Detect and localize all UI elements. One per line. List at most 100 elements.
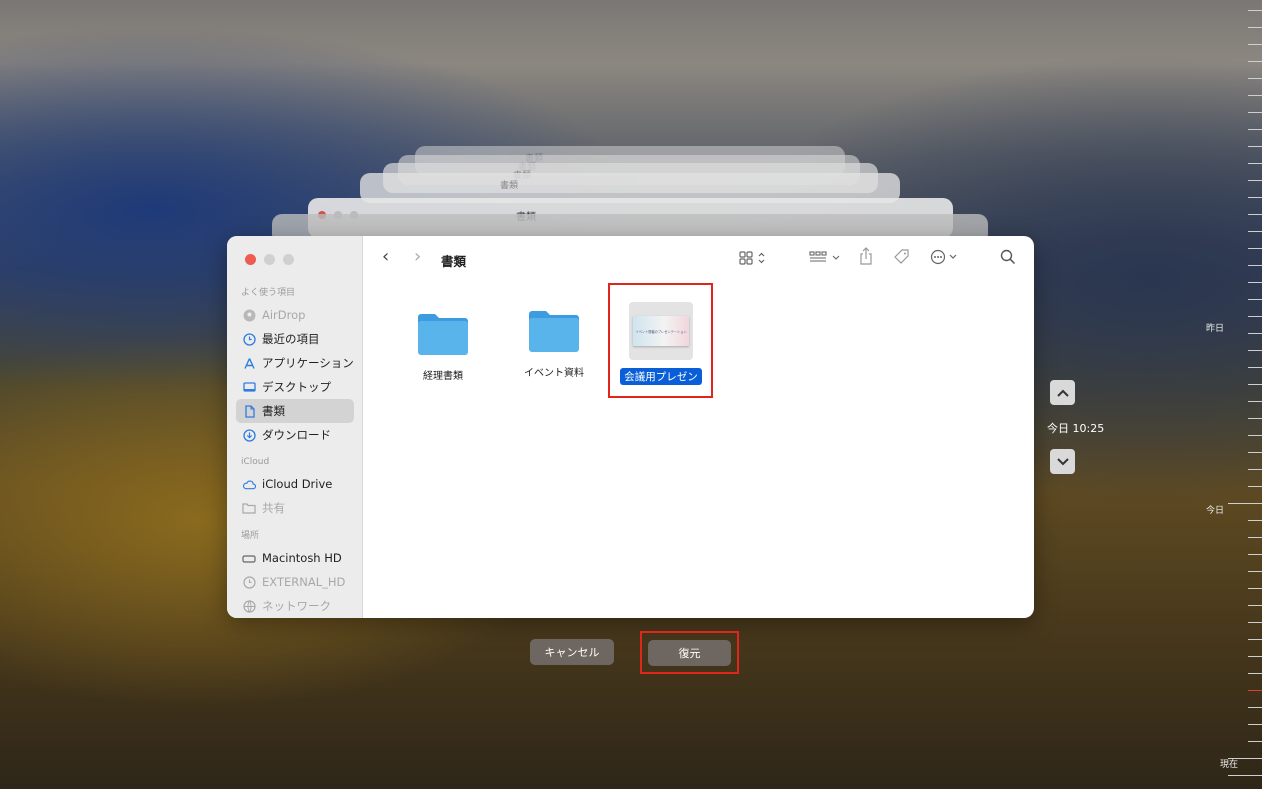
- sidebar-item-label: ダウンロード: [262, 428, 331, 442]
- sidebar-item-icloud-drive[interactable]: iCloud Drive: [236, 472, 354, 496]
- sidebar-item-downloads[interactable]: ダウンロード: [236, 423, 354, 447]
- sidebar-section-favorites: よく使う項目: [241, 288, 296, 298]
- timeline-tick: [1248, 673, 1262, 674]
- timeline-tick: [1248, 350, 1262, 351]
- highlight-selected-file: [608, 283, 713, 398]
- timeline-tick: [1248, 214, 1262, 215]
- timeline-tick: [1248, 10, 1262, 11]
- timeline-tick: [1248, 197, 1262, 198]
- sidebar-item-label: iCloud Drive: [262, 477, 333, 491]
- sidebar-item-external-hd[interactable]: EXTERNAL_HD: [236, 570, 354, 594]
- timeline-tick: [1248, 656, 1262, 657]
- sidebar-item-label: 共有: [262, 501, 285, 515]
- share-icon: [860, 247, 872, 265]
- minimize-button[interactable]: [264, 254, 275, 265]
- timeline-tick: [1248, 163, 1262, 164]
- chevron-up-icon: [1056, 389, 1069, 397]
- timeline-tick: [1248, 265, 1262, 266]
- forward-button[interactable]: ›: [414, 246, 421, 267]
- tag-button[interactable]: [893, 248, 911, 270]
- current-snapshot-time: 今日 10:25: [1047, 422, 1105, 435]
- sidebar-item-desktop[interactable]: デスクトップ: [236, 375, 354, 399]
- timeline-tick: [1248, 401, 1262, 402]
- timeline-label-yesterday: 昨日: [1206, 324, 1225, 334]
- timeline-tick: [1248, 605, 1262, 606]
- previous-snapshot-button[interactable]: [1050, 380, 1075, 405]
- file-label: 経理書類: [423, 371, 463, 382]
- timeline-tick: [1248, 61, 1262, 62]
- clock-icon: [242, 332, 256, 346]
- timeline-tick: [1248, 571, 1262, 572]
- timeline-tick: [1248, 537, 1262, 538]
- sidebar-section-icloud: iCloud: [241, 457, 270, 467]
- file-item-folder[interactable]: イベント資料: [504, 308, 604, 379]
- group-button[interactable]: [809, 250, 845, 270]
- download-icon: [242, 428, 256, 442]
- timeline-tick: [1248, 554, 1262, 555]
- network-icon: [242, 599, 256, 613]
- timeline-tick: [1228, 775, 1262, 776]
- share-button[interactable]: [859, 247, 873, 269]
- timeline[interactable]: 昨日 今日 現在: [1190, 0, 1262, 789]
- ellipsis-circle-icon: [930, 249, 957, 265]
- cancel-button[interactable]: キャンセル: [530, 639, 614, 665]
- timeline-tick: [1248, 44, 1262, 45]
- sidebar-item-label: アプリケーション: [262, 356, 354, 370]
- timeline-tick: [1248, 78, 1262, 79]
- sidebar-item-shared[interactable]: 共有: [236, 496, 354, 520]
- sidebar-item-label: EXTERNAL_HD: [262, 575, 346, 589]
- timeline-tick: [1248, 486, 1262, 487]
- sidebar-item-label: AirDrop: [262, 308, 306, 322]
- timeline-tick: [1248, 316, 1262, 317]
- timeline-tick: [1248, 95, 1262, 96]
- timeline-tick: [1248, 231, 1262, 232]
- highlight-restore-button: [640, 631, 739, 674]
- tag-icon: [894, 249, 909, 264]
- sidebar-section-locations: 場所: [241, 531, 260, 541]
- timeline-tick: [1248, 129, 1262, 130]
- folder-icon: [418, 314, 468, 355]
- sidebar-item-applications[interactable]: アプリケーション: [236, 351, 354, 375]
- timeline-tick: [1248, 520, 1262, 521]
- timeline-tick: [1248, 588, 1262, 589]
- background-window-title: 書類: [500, 180, 519, 191]
- timeline-current-marker: [1248, 690, 1262, 691]
- sidebar-item-macintosh-hd[interactable]: Macintosh HD: [236, 546, 354, 570]
- file-item-folder[interactable]: 経理書類: [393, 311, 493, 382]
- folder-icon: [529, 311, 579, 352]
- group-icon: [809, 251, 840, 262]
- more-actions-button[interactable]: [930, 249, 962, 269]
- timeline-tick: [1248, 282, 1262, 283]
- timeline-label-now: 現在: [1220, 760, 1239, 770]
- icon-view-button[interactable]: [739, 250, 769, 270]
- sidebar-item-label: 書類: [262, 404, 285, 418]
- toolbar: ‹ › 書類: [363, 236, 1034, 280]
- timeline-tick: [1248, 418, 1262, 419]
- sidebar-item-label: Macintosh HD: [262, 551, 342, 565]
- next-snapshot-button[interactable]: [1050, 449, 1075, 474]
- sidebar-item-network[interactable]: ネットワーク: [236, 594, 354, 618]
- file-label: イベント資料: [524, 368, 584, 379]
- timeline-tick: [1248, 27, 1262, 28]
- timeline-tick: [1228, 503, 1262, 504]
- timeline-tick: [1248, 622, 1262, 623]
- zoom-button[interactable]: [283, 254, 294, 265]
- applications-icon: [242, 356, 256, 370]
- disk-icon: [242, 551, 256, 565]
- close-button[interactable]: [245, 254, 256, 265]
- sidebar-item-label: ネットワーク: [262, 599, 331, 613]
- document-icon: [242, 404, 256, 418]
- timeline-tick: [1248, 469, 1262, 470]
- timeline-tick: [1248, 452, 1262, 453]
- sidebar-item-airdrop[interactable]: AirDrop: [236, 303, 354, 327]
- back-button[interactable]: ‹: [382, 246, 389, 267]
- sidebar-item-recents[interactable]: 最近の項目: [236, 327, 354, 351]
- window-controls: [245, 254, 294, 265]
- desktop-icon: [242, 380, 256, 394]
- timeline-tick: [1248, 707, 1262, 708]
- time-machine-icon: [242, 575, 256, 589]
- sidebar-item-documents[interactable]: 書類: [236, 399, 354, 423]
- shared-folder-icon: [242, 501, 256, 515]
- search-button[interactable]: [1000, 249, 1016, 269]
- cloud-icon: [242, 477, 256, 491]
